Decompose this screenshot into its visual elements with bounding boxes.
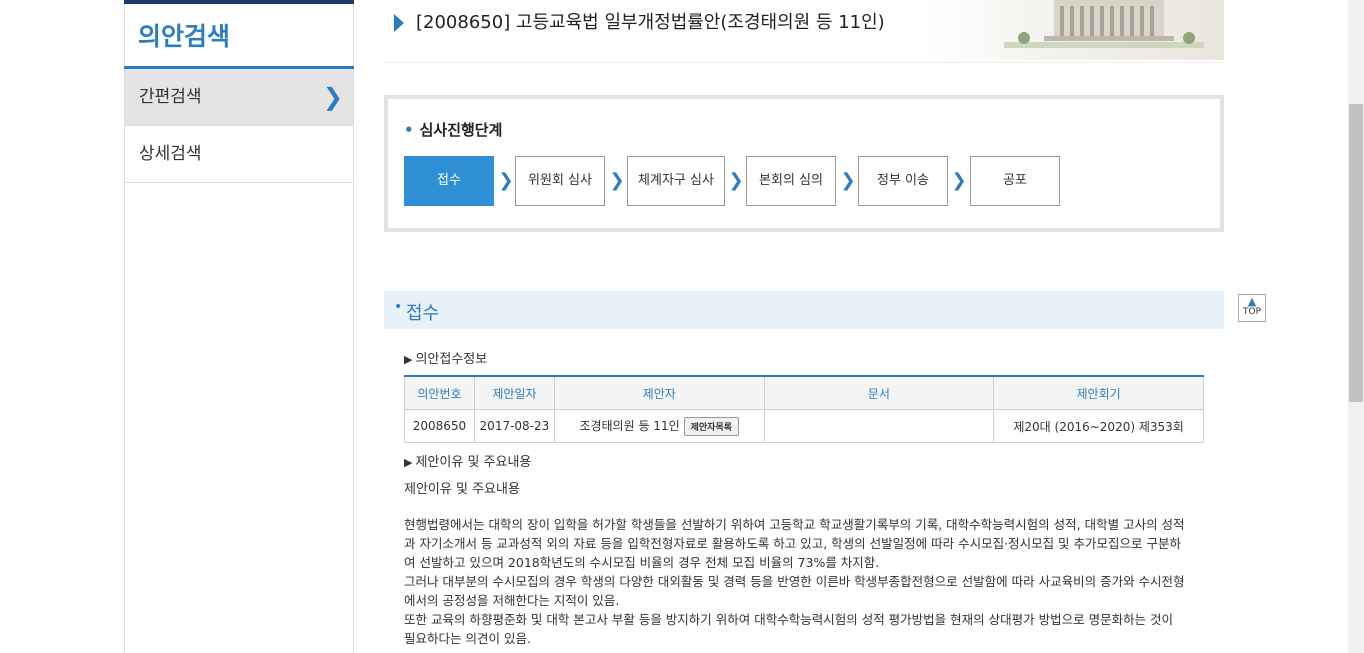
- col-header-proposer: 제안자: [553, 375, 765, 410]
- sidebar-item-label: 간편검색: [139, 87, 202, 107]
- col-header-date: 제안일자: [473, 375, 555, 410]
- col-header-session: 제안회기: [993, 375, 1204, 410]
- reason-heading: ▶ 제안이유 및 주요내용: [404, 451, 531, 470]
- cell-bill-no: 2008650: [404, 409, 475, 443]
- top-button-label: TOP: [1242, 307, 1261, 317]
- main-content: [2008650] 고등교육법 일부개정법률안(조경태의원 등 11인) • 심사…: [384, 0, 1224, 646]
- progress-heading: • 심사진행단계: [404, 119, 502, 140]
- chevron-right-icon: ❯: [609, 170, 625, 191]
- body-line: 현행법령에서는 대학의 장이 입학을 허가할 학생들을 선발하기 위하여 고등학…: [404, 517, 1185, 532]
- body-line: 에서의 공정성을 저해한다는 지적이 있음.: [404, 593, 620, 608]
- reason-heading-label: 제안이유 및 주요내용: [415, 455, 532, 470]
- body-line: 과 자기소개서 등 교과성적 외의 자료 등을 입학전형자료로 활용하도록 하고…: [404, 536, 1181, 551]
- chevron-right-icon: ❯: [728, 170, 744, 191]
- scroll-top-button[interactable]: ▲ TOP: [1238, 294, 1266, 322]
- table-header-row: 의안번호 제안일자 제안자 문서 제안회기: [404, 375, 1204, 410]
- section-title: 접수: [406, 303, 440, 324]
- receipt-info-heading: ▶ 의안접수정보: [404, 348, 487, 367]
- arrow-up-icon: ▲: [1247, 295, 1257, 308]
- body-line: 또한 교육의 하향평준화 및 대학 본고사 부활 등을 방지하기 위하여 대학수…: [404, 612, 1174, 627]
- bill-header: [2008650] 고등교육법 일부개정법률안(조경태의원 등 11인): [384, 0, 1224, 63]
- progress-heading-label: 심사진행단계: [419, 121, 503, 139]
- proposer-text: 조경태의원 등 11인: [579, 418, 680, 433]
- sidebar-item-label: 상세검색: [139, 144, 202, 164]
- progress-stages-box: • 심사진행단계 접수 ❯ 위원회 심사 ❯ 체계자구 심사 ❯ 본회의 심의 ❯…: [384, 95, 1224, 232]
- step-promulgation[interactable]: 공포: [970, 156, 1060, 206]
- body-line: 여 선발하고 있으며 2018학년도의 수시모집 비율의 경우 전체 모집 비율…: [404, 555, 880, 570]
- cell-session: 제20대 (2016~2020) 제353회: [993, 409, 1204, 443]
- bullet-icon: •: [394, 299, 403, 315]
- chevron-right-icon: ❯: [498, 170, 514, 191]
- sidebar: 의안검색 간편검색 ❯ 상세검색: [124, 0, 354, 653]
- table-row: 2008650 2017-08-23 조경태의원 등 11인 제안자목록 제20대…: [404, 409, 1204, 443]
- step-government-transfer[interactable]: 정부 이송: [858, 156, 948, 206]
- reason-subtitle: 제안이유 및 주요내용: [404, 482, 520, 497]
- cell-document: [763, 409, 995, 443]
- step-receipt[interactable]: 접수: [404, 156, 494, 206]
- triangle-right-icon: ▶: [404, 456, 413, 469]
- section-header-receipt: • 접수: [384, 291, 1224, 329]
- step-committee-review[interactable]: 위원회 심사: [515, 156, 605, 206]
- scrollbar-thumb[interactable]: [1349, 104, 1363, 402]
- sidebar-title: 의안검색: [124, 4, 354, 69]
- cell-proposer: 조경태의원 등 11인 제안자목록: [553, 409, 765, 443]
- chevron-right-icon: ❯: [322, 83, 343, 111]
- triangle-right-icon: ▶: [404, 353, 413, 366]
- assembly-building-icon: [1004, 0, 1204, 48]
- proposer-list-button[interactable]: 제안자목록: [683, 416, 740, 436]
- vertical-scrollbar[interactable]: [1348, 0, 1364, 653]
- body-line: 필요하다는 의견이 있음.: [404, 631, 531, 646]
- col-header-document: 문서: [763, 375, 995, 410]
- bullet-icon: •: [404, 121, 414, 139]
- title-arrow-icon: [394, 14, 404, 32]
- header-banner: [924, 0, 1224, 60]
- chevron-right-icon: ❯: [840, 170, 856, 191]
- col-header-bill-no: 의안번호: [404, 375, 475, 410]
- receipt-info-table: 의안번호 제안일자 제안자 문서 제안회기 2008650 2017-08-23…: [404, 375, 1204, 443]
- chevron-right-icon: ❯: [951, 170, 967, 191]
- step-plenary[interactable]: 본회의 심의: [746, 156, 836, 206]
- sidebar-item-simple-search[interactable]: 간편검색 ❯: [125, 69, 353, 126]
- sidebar-item-detail-search[interactable]: 상세검색: [125, 126, 353, 183]
- body-line: 그러나 대부분의 수시모집의 경우 학생의 다양한 대외활동 및 경력 등을 반…: [404, 574, 1185, 589]
- receipt-info-label: 의안접수정보: [415, 352, 488, 367]
- step-legal-review[interactable]: 체계자구 심사: [627, 156, 725, 206]
- cell-date: 2017-08-23: [473, 409, 555, 443]
- bill-title: [2008650] 고등교육법 일부개정법률안(조경태의원 등 11인): [416, 12, 885, 33]
- reason-body: 현행법령에서는 대학의 장이 입학을 허가할 학생들을 선발하기 위하여 고등학…: [404, 515, 1214, 648]
